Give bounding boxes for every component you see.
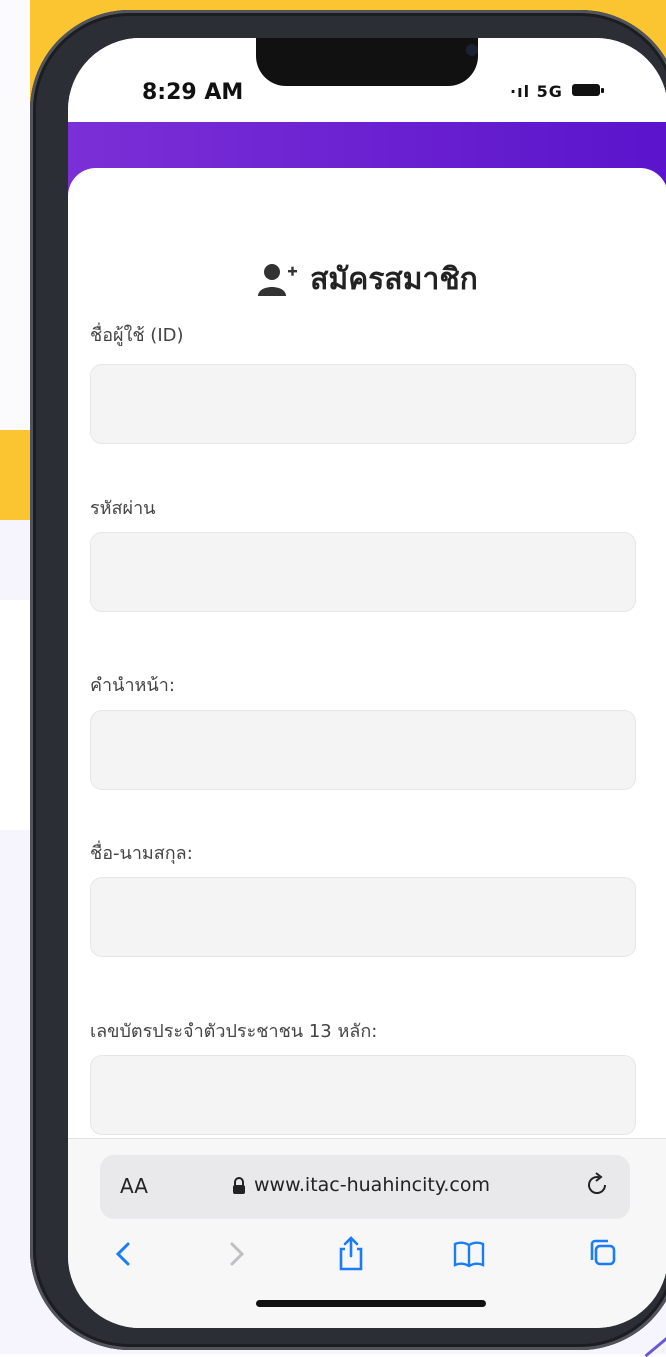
lock-icon xyxy=(233,1177,245,1194)
fullname-label: ชื่อ-นามสกุล: xyxy=(90,843,193,864)
form-header: สมัครสมาชิก xyxy=(68,256,666,303)
phone-screen: 8:29 AM ·ıl 5G สมัครสมาชิก ชื่อผู้ใช้ (I… xyxy=(68,38,666,1328)
camera-icon xyxy=(466,44,478,56)
battery-icon xyxy=(572,84,600,96)
title-prefix-input[interactable] xyxy=(90,710,636,790)
home-indicator[interactable] xyxy=(256,1300,486,1307)
page-title: สมัครสมาชิก xyxy=(310,262,478,297)
text-size-button[interactable]: AA xyxy=(120,1174,148,1198)
username-input[interactable] xyxy=(90,364,636,444)
status-time: 8:29 AM xyxy=(142,80,244,105)
network-type: 5G xyxy=(536,82,563,101)
forward-icon[interactable] xyxy=(220,1236,254,1272)
password-label: รหัสผ่าน xyxy=(90,498,156,519)
share-icon[interactable] xyxy=(334,1236,368,1272)
signal-indicator: ·ıl 5G xyxy=(510,82,563,101)
url-text[interactable]: www.itac-huahincity.com xyxy=(254,1174,490,1196)
tabs-icon[interactable] xyxy=(586,1236,620,1272)
national-id-input[interactable] xyxy=(90,1055,636,1135)
title-prefix-label: คำนำหน้า: xyxy=(90,675,175,696)
fullname-input[interactable] xyxy=(90,877,636,957)
signal-bars-icon: ·ıl xyxy=(510,82,537,101)
user-plus-icon xyxy=(258,263,298,296)
notch xyxy=(256,38,478,86)
battery-nub xyxy=(601,88,604,93)
password-input[interactable] xyxy=(90,532,636,612)
national-id-label: เลขบัตรประจำตัวประชาชน 13 หลัก: xyxy=(90,1021,378,1042)
back-icon[interactable] xyxy=(106,1236,140,1272)
username-label: ชื่อผู้ใช้ (ID) xyxy=(90,325,184,346)
bookmarks-icon[interactable] xyxy=(452,1236,486,1272)
reload-icon[interactable] xyxy=(586,1171,610,1199)
